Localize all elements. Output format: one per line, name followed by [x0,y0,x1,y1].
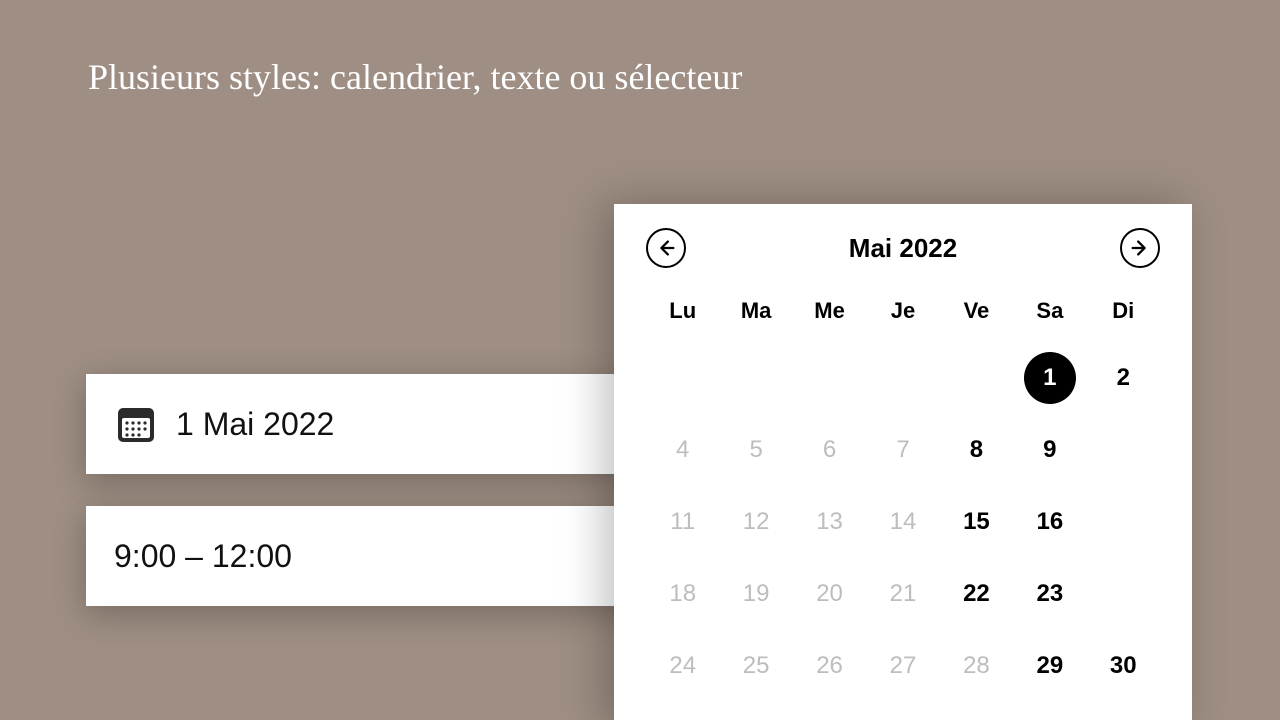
calendar-day[interactable]: 30 [1087,630,1160,702]
calendar-day[interactable]: 12 [719,486,792,558]
calendar-day[interactable]: 25 [719,630,792,702]
weekday-header: Lu [646,286,719,342]
calendar-empty-cell [793,342,866,414]
calendar-empty-cell [1087,486,1160,558]
calendar-day[interactable]: 2 [1087,342,1160,414]
calendar-day[interactable]: 29 [1013,630,1086,702]
calendar-day[interactable]: 21 [866,558,939,630]
calendar-day[interactable]: 22 [940,558,1013,630]
calendar-month-label: Mai 2022 [849,233,957,264]
weekday-header: Je [866,286,939,342]
calendar-day[interactable]: 20 [793,558,866,630]
calendar-day[interactable]: 5 [719,414,792,486]
calendar-empty-cell [646,342,719,414]
calendar-day[interactable]: 16 [1013,486,1086,558]
calendar-empty-cell [866,342,939,414]
weekday-header: Sa [1013,286,1086,342]
calendar-day[interactable]: 7 [866,414,939,486]
calendar-header: Mai 2022 [646,228,1160,268]
calendar-day[interactable]: 15 [940,486,1013,558]
page-title: Plusieurs styles: calendrier, texte ou s… [88,56,742,98]
next-month-button[interactable] [1120,228,1160,268]
calendar-day[interactable]: 14 [866,486,939,558]
calendar-day[interactable]: 28 [940,630,1013,702]
calendar-day[interactable]: 11 [646,486,719,558]
weekday-header: Di [1087,286,1160,342]
calendar-day[interactable]: 18 [646,558,719,630]
calendar-empty-cell [719,342,792,414]
calendar-day[interactable]: 1 [1013,342,1086,414]
calendar-empty-cell [940,342,1013,414]
calendar-grid: LuMaMeJeVeSaDi12456789111213141516181920… [646,286,1160,702]
calendar-day[interactable]: 26 [793,630,866,702]
calendar-empty-cell [1087,558,1160,630]
calendar-day[interactable]: 13 [793,486,866,558]
time-value: 9:00 – 12:00 [114,538,654,575]
calendar-day[interactable]: 27 [866,630,939,702]
date-value: 1 Mai 2022 [176,406,654,443]
weekday-header: Ve [940,286,1013,342]
calendar-empty-cell [1087,414,1160,486]
calendar-day[interactable]: 24 [646,630,719,702]
calendar-day[interactable]: 23 [1013,558,1086,630]
calendar-day[interactable]: 9 [1013,414,1086,486]
calendar-panel: Mai 2022 LuMaMeJeVeSaDi12456789111213141… [614,204,1192,720]
weekday-header: Me [793,286,866,342]
calendar-day[interactable]: 19 [719,558,792,630]
calendar-day[interactable]: 4 [646,414,719,486]
prev-month-button[interactable] [646,228,686,268]
calendar-day[interactable]: 8 [940,414,1013,486]
calendar-icon [114,402,158,446]
calendar-day[interactable]: 6 [793,414,866,486]
weekday-header: Ma [719,286,792,342]
